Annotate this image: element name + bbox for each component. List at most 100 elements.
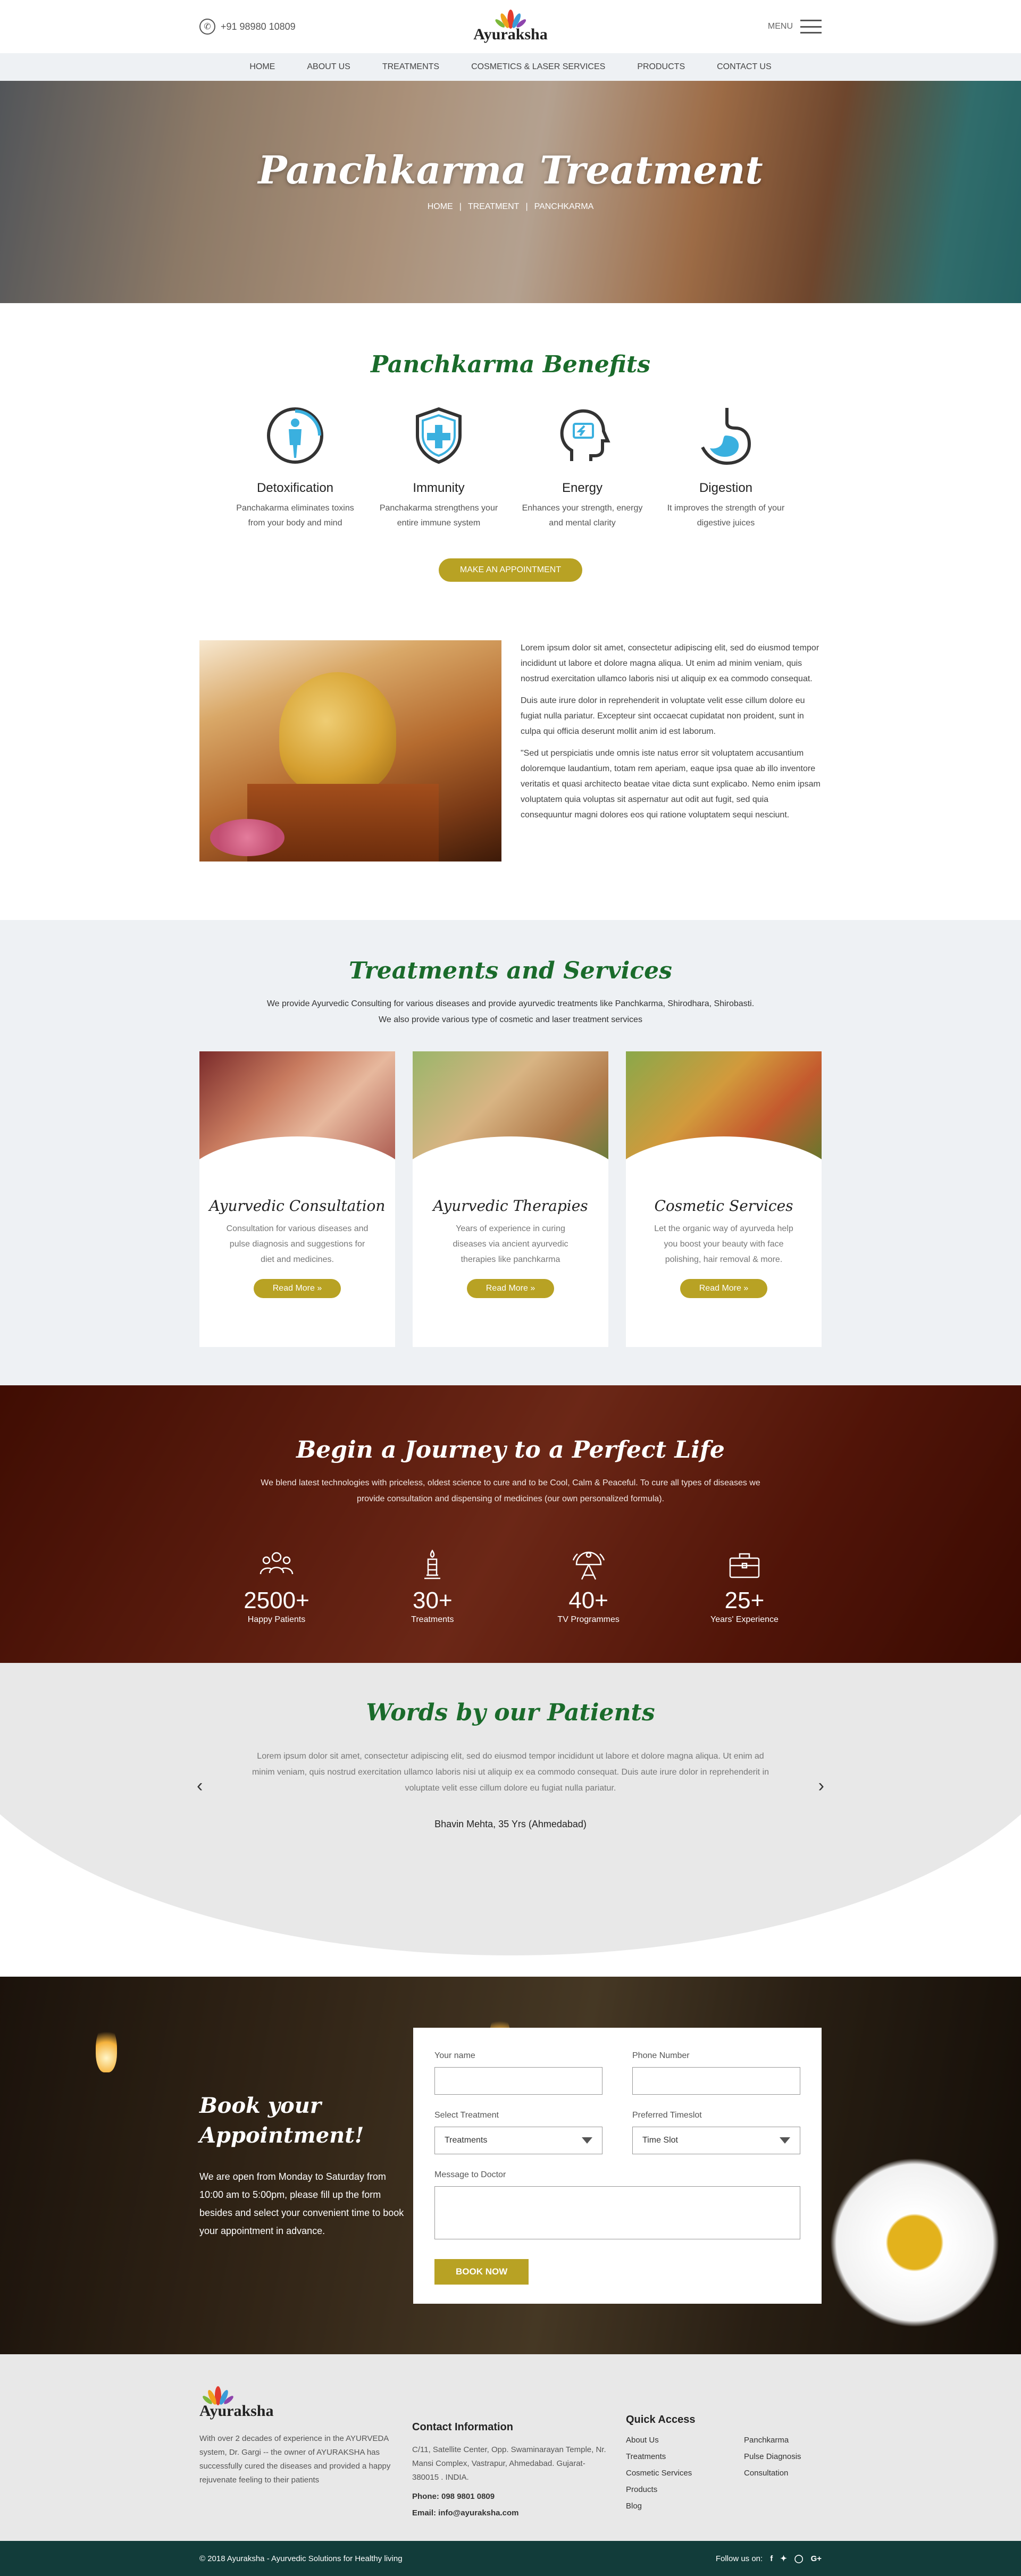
benefit-energy: Energy Enhances your strength, energy an… bbox=[518, 404, 646, 531]
chevron-down-icon bbox=[780, 2137, 790, 2144]
nav-home[interactable]: HOME bbox=[249, 62, 275, 72]
stat-happy-patients: 2500+ Happy Patients bbox=[223, 1549, 330, 1625]
treatment-label: Select Treatment bbox=[434, 2110, 499, 2120]
twitter-icon[interactable]: ✦ bbox=[780, 2554, 787, 2563]
google-plus-icon[interactable]: G+ bbox=[811, 2554, 822, 2563]
benefit-immunity: Immunity Panchakarma strengthens your en… bbox=[375, 404, 503, 531]
phone-number: +91 98980 10809 bbox=[221, 21, 296, 32]
name-input[interactable] bbox=[434, 2067, 602, 2095]
read-more-button[interactable]: Read More » bbox=[253, 1279, 341, 1298]
oil-bottle-image bbox=[199, 640, 501, 862]
card-ayurvedic-consultation: Ayurvedic Consultation Consultation for … bbox=[199, 1051, 395, 1347]
stat-label: Happy Patients bbox=[247, 1615, 306, 1624]
footer-logo-text: Ayuraksha bbox=[199, 2402, 274, 2420]
main-nav: HOME ABOUT US TREATMENTS COSMETICS & LAS… bbox=[0, 53, 1021, 81]
menu-toggle-button[interactable]: MENU bbox=[768, 20, 822, 34]
message-textarea[interactable] bbox=[434, 2186, 800, 2239]
intro-line: We also provide various type of cosmetic… bbox=[379, 1015, 642, 1024]
logo-text: Ayuraksha bbox=[473, 26, 548, 43]
card-title: Cosmetic Services bbox=[654, 1197, 793, 1215]
benefits-title: Panchkarma Benefits bbox=[370, 351, 650, 378]
menu-label: MENU bbox=[767, 22, 793, 31]
social-links: Follow us on: f ✦ ◯ G+ bbox=[716, 2554, 822, 2564]
contact-title: Contact Information bbox=[412, 2421, 513, 2433]
benefit-title: Digestion bbox=[699, 481, 753, 495]
booking-section: Book your Appointment! We are open from … bbox=[0, 1977, 1021, 2354]
journey-intro: We blend latest technologies with pricel… bbox=[0, 1475, 1021, 1507]
benefit-detoxification: Detoxification Panchakarma eliminates to… bbox=[231, 404, 359, 531]
body-icon bbox=[267, 407, 323, 464]
journey-section: Begin a Journey to a Perfect Life We ble… bbox=[0, 1385, 1021, 1663]
intro-line: We provide Ayurvedic Consulting for vari… bbox=[266, 999, 755, 1008]
book-now-button[interactable]: BOOK NOW bbox=[434, 2259, 529, 2285]
phone-input[interactable] bbox=[632, 2067, 800, 2095]
benefit-text: Enhances your strength, energy and menta… bbox=[522, 504, 643, 528]
link-products[interactable]: Products bbox=[626, 2485, 744, 2494]
phone-contact[interactable]: ✆ +91 98980 10809 bbox=[199, 19, 296, 35]
about-text: Lorem ipsum dolor sit amet, consectetur … bbox=[521, 640, 822, 862]
card-cosmetic-services: Cosmetic Services Let the organic way of… bbox=[626, 1051, 822, 1347]
chevron-down-icon bbox=[582, 2137, 592, 2144]
link-consultation[interactable]: Consultation bbox=[744, 2469, 818, 2478]
nav-treatments[interactable]: TREATMENTS bbox=[382, 62, 439, 72]
booking-title-line: Book your bbox=[199, 2093, 321, 2118]
nav-cosmetics-laser[interactable]: COSMETICS & LASER SERVICES bbox=[471, 62, 605, 72]
benefit-text: It improves the strength of your digesti… bbox=[667, 504, 785, 528]
booking-intro: Book your Appointment! We are open from … bbox=[199, 2091, 412, 2240]
link-panchkarma[interactable]: Panchkarma bbox=[744, 2436, 818, 2445]
quick-links: About Us Panchkarma Treatments Pulse Dia… bbox=[626, 2436, 822, 2511]
read-more-button[interactable]: Read More » bbox=[466, 1279, 555, 1298]
contact-phone: Phone: 098 9801 0809 bbox=[412, 2492, 495, 2501]
stat-treatments: 30+ Treatments bbox=[379, 1549, 486, 1625]
treatments-title: Treatments and Services bbox=[349, 957, 672, 984]
make-appointment-button[interactable]: MAKE AN APPOINTMENT bbox=[439, 558, 582, 582]
breadcrumb: HOME | TREATMENT | PANCHKARMA bbox=[0, 202, 1021, 212]
copyright-text: © 2018 Ayuraksha - Ayurvedic Solutions f… bbox=[199, 2554, 403, 2563]
page-title: Panchkarma Treatment bbox=[258, 147, 763, 193]
link-about-us[interactable]: About Us bbox=[626, 2436, 744, 2445]
card-text: Years of experience in curing diseases v… bbox=[453, 1224, 568, 1264]
facebook-icon[interactable]: f bbox=[770, 2554, 773, 2563]
stat-years-experience: 25+ Years' Experience bbox=[691, 1549, 798, 1625]
footer: Ayuraksha With over 2 decades of experie… bbox=[0, 2354, 1021, 2541]
link-cosmetic-services[interactable]: Cosmetic Services bbox=[626, 2469, 744, 2478]
stat-value: 25+ bbox=[724, 1587, 765, 1613]
nav-products[interactable]: PRODUCTS bbox=[637, 62, 685, 72]
site-logo[interactable]: Ayuraksha bbox=[473, 7, 548, 44]
consultation-image bbox=[199, 1051, 395, 1179]
timeslot-select[interactable]: Time Slot bbox=[632, 2126, 800, 2154]
breadcrumb-treatment[interactable]: TREATMENT bbox=[468, 202, 520, 212]
link-treatments[interactable]: Treatments bbox=[626, 2452, 744, 2461]
nav-about-us[interactable]: ABOUT US bbox=[307, 62, 350, 72]
phone-label: Phone Number bbox=[632, 2051, 690, 2060]
testimonial-quote: Lorem ipsum dolor sit amet, consectetur … bbox=[252, 1752, 769, 1793]
treatment-selected: Treatments bbox=[445, 2135, 488, 2145]
benefit-text: Panchakarma strengthens your entire immu… bbox=[379, 504, 498, 528]
instagram-icon[interactable]: ◯ bbox=[794, 2554, 804, 2563]
shield-plus-icon bbox=[416, 407, 462, 464]
contact-email[interactable]: Email: info@ayuraksha.com bbox=[412, 2508, 626, 2518]
link-pulse-diagnosis[interactable]: Pulse Diagnosis bbox=[744, 2452, 818, 2461]
message-label: Message to Doctor bbox=[434, 2170, 506, 2179]
footer-logo[interactable]: Ayuraksha bbox=[199, 2384, 412, 2420]
timeslot-label: Preferred Timeslot bbox=[632, 2110, 702, 2120]
stomach-icon bbox=[701, 408, 751, 465]
stat-value: 2500+ bbox=[244, 1587, 309, 1613]
breadcrumb-separator: | bbox=[459, 202, 462, 211]
stat-value: 40+ bbox=[568, 1587, 608, 1613]
name-label: Your name bbox=[434, 2051, 475, 2060]
benefit-title: Immunity bbox=[413, 481, 465, 495]
testimonials-title: Words by our Patients bbox=[366, 1699, 655, 1726]
testimonials-section: Words by our Patients Lorem ipsum dolor … bbox=[0, 1663, 1021, 1955]
footer-about: With over 2 decades of experience in the… bbox=[199, 2434, 391, 2485]
card-title: Ayurvedic Therapies bbox=[433, 1197, 588, 1215]
nav-contact-us[interactable]: CONTACT US bbox=[717, 62, 772, 72]
breadcrumb-home[interactable]: HOME bbox=[428, 202, 453, 212]
stat-label: Years' Experience bbox=[710, 1615, 779, 1624]
timeslot-selected: Time Slot bbox=[642, 2135, 678, 2145]
benefit-title: Energy bbox=[562, 481, 603, 495]
candle-icon bbox=[424, 1549, 441, 1579]
link-blog[interactable]: Blog bbox=[626, 2502, 744, 2511]
read-more-button[interactable]: Read More » bbox=[680, 1279, 768, 1298]
treatment-select[interactable]: Treatments bbox=[434, 2126, 602, 2154]
